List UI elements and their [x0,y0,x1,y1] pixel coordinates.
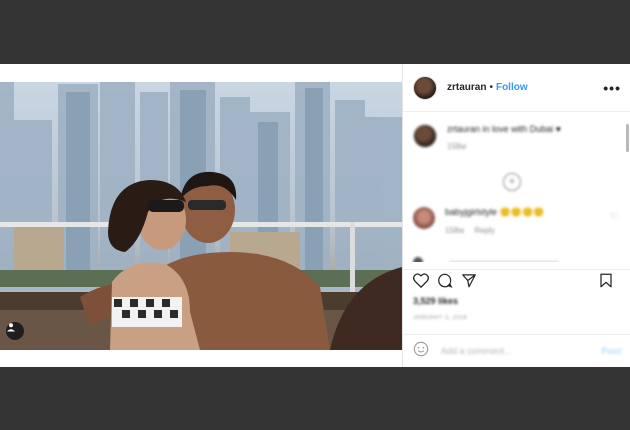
caption: zrtauran in love with Dubai ♥ [447,124,561,134]
instagram-post: zrtauran • Follow ••• zrtauran in love w… [0,64,630,367]
heart-emoji-icon: ♥ [555,124,561,134]
commenter-avatar[interactable] [413,207,435,229]
caption-text: in love with Dubai [482,124,554,134]
comment-meta: 158w Reply [445,226,610,235]
heart-icon[interactable] [413,272,429,293]
caption-avatar[interactable] [413,124,437,148]
commenter-username[interactable]: babyjgirlstyle [445,207,497,217]
next-comment-partial [413,254,613,262]
caption-row: zrtauran in love with Dubai ♥ 158w [413,124,621,151]
comment-row: babyjgirlstyle 🙂🙂🙂🙂 158w Reply ♡ [413,207,618,235]
comment-text: 🙂🙂🙂🙂 [499,207,545,217]
comments-section: zrtauran in love with Dubai ♥ 158w + bab… [403,112,630,262]
dubai-couple-photo [0,82,402,350]
likes-count[interactable]: 3,529 likes [413,296,458,306]
follow-button[interactable]: Follow [496,82,528,93]
comment-like-heart-icon[interactable]: ♡ [610,211,618,222]
more-options-button[interactable]: ••• [603,80,621,96]
comment-time: 158w [445,226,465,235]
reply-button[interactable]: Reply [474,226,494,235]
add-comment-bar: Post [403,334,630,367]
caption-time: 158w [447,142,467,151]
author-username[interactable]: zrtauran [447,82,486,93]
avatar[interactable] [413,75,437,100]
comment: babyjgirlstyle 🙂🙂🙂🙂 [445,207,610,218]
post-side-panel: zrtauran • Follow ••• zrtauran in love w… [402,64,630,367]
add-comment-input[interactable] [439,345,583,357]
comment-bubble-icon[interactable] [437,273,453,293]
post-comment-button[interactable]: Post [601,346,621,356]
emoji-icon[interactable] [413,341,429,362]
load-more-comments-button[interactable]: + [503,173,521,191]
share-icon[interactable] [461,273,477,293]
caption-username[interactable]: zrtauran [447,124,480,134]
post-header: zrtauran • Follow ••• [403,64,630,112]
post-actions-bar [403,269,630,295]
user-tag-icon[interactable] [6,322,24,340]
separator-dot: • [489,82,493,93]
post-date: JANUARY 3, 2018 [413,315,467,321]
bookmark-icon[interactable] [599,273,613,293]
comments-scrollbar[interactable] [626,124,629,152]
post-photo[interactable] [0,82,402,350]
